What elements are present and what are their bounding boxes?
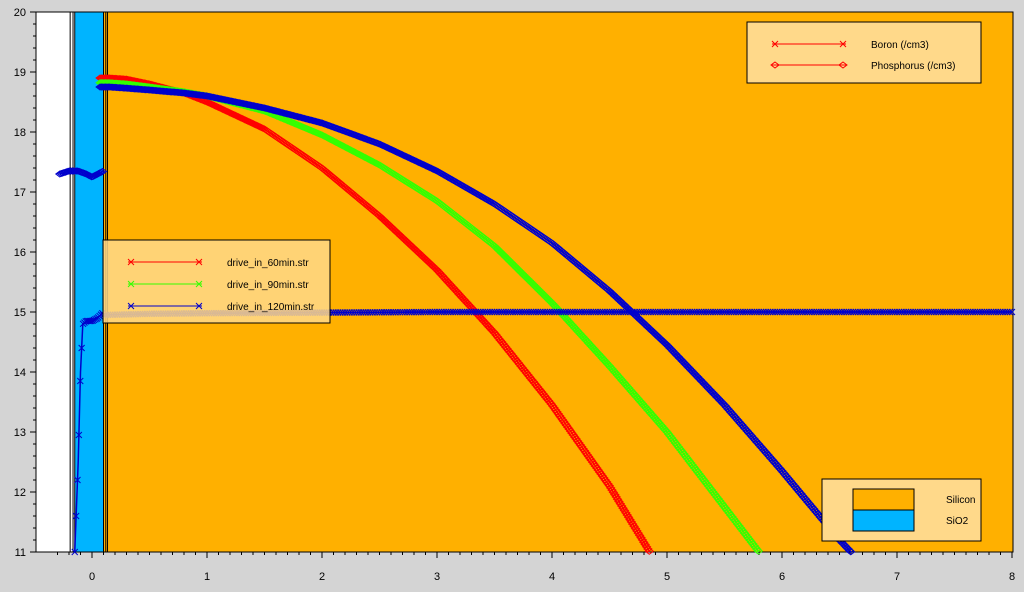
y-tick-label: 11: [15, 547, 26, 559]
material-swatch: [852, 509, 915, 532]
sio2-region: [74, 12, 104, 552]
impurity-legend-label: Boron (/cm3): [871, 40, 929, 51]
impurity-legend-label: Phosphorus (/cm3): [871, 61, 955, 72]
material-legend-label: SiO2: [946, 516, 969, 527]
file-legend-label: drive_in_60min.str: [227, 258, 309, 269]
material-swatch: [852, 488, 915, 511]
y-tick-label: 19: [14, 67, 26, 79]
y-tick-label: 12: [14, 487, 26, 499]
x-tick-label: 7: [894, 571, 900, 583]
file-legend-label: drive_in_90min.str: [227, 280, 309, 291]
doping-profile-chart: 0 1 2 3 4 5 6 7 811121314151617181920 Boron (/cm…: [0, 0, 1024, 592]
material-legend-label: Silicon: [946, 495, 975, 506]
x-tick-label: 5: [664, 571, 670, 583]
y-tick-label: 20: [14, 7, 26, 19]
y-tick-label: 14: [14, 367, 26, 379]
x-tick-label: 3: [434, 571, 440, 583]
impurity-legend-box: [746, 21, 982, 84]
material-legend: Silicon SiO2: [821, 478, 982, 542]
x-tick-label: 4: [549, 571, 555, 583]
x-tick-label: 2: [319, 571, 325, 583]
y-tick-label: 13: [14, 427, 26, 439]
file-legend-label: drive_in_120min.str: [227, 302, 315, 313]
y-tick-label: 15: [14, 307, 26, 319]
y-tick-label: 17: [14, 187, 26, 199]
x-tick-label: 6: [779, 571, 785, 583]
x-tick-label: 1: [204, 571, 210, 583]
y-tick-label: 16: [14, 247, 26, 259]
impurity-legend: Boron (/cm3) Phosphorus (/cm3): [746, 21, 982, 84]
x-tick-label: 0: [89, 571, 95, 583]
file-legend: drive_in_60min.str drive_in_90min.strdriv…: [102, 239, 331, 324]
y-tick-label: 18: [14, 127, 26, 139]
x-tick-label: 8: [1009, 571, 1015, 583]
